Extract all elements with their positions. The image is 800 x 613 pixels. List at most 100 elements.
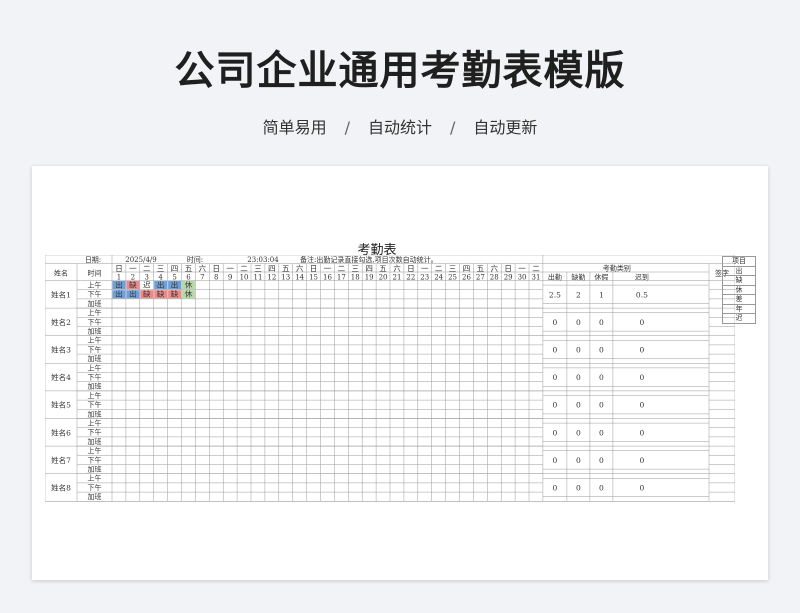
page-title: 公司企业通用考勤表模版 (174, 48, 626, 94)
slot-label: 下午 (88, 400, 102, 409)
feature-tagline: 简单易用 / 自动统计 / 自动更新 (0, 114, 800, 138)
time-label: 时间: (187, 255, 203, 264)
category-header: 考勤类别 (603, 264, 631, 273)
attendance-mark: 迟 (143, 281, 151, 290)
slot-label: 上午 (88, 336, 102, 345)
weekday-label: 五 (477, 264, 485, 273)
slot-label: 上午 (88, 308, 102, 317)
weekday-label: 二 (338, 264, 346, 273)
stat-value: 0 (553, 373, 558, 382)
slot-label: 加班 (88, 354, 102, 363)
weekday-label: 日 (504, 264, 512, 273)
weekday-label: 日 (407, 264, 415, 273)
stat-value: 1 (599, 290, 604, 299)
weekday-label: 日 (310, 264, 318, 273)
slot-label: 加班 (88, 437, 102, 446)
slot-label: 下午 (88, 428, 102, 437)
weekday-label: 五 (282, 264, 290, 273)
stat-value: 0 (599, 484, 604, 493)
slot-label: 加班 (88, 327, 102, 336)
weekday-label: 五 (185, 264, 193, 273)
slot-label: 上午 (88, 281, 102, 290)
attendance-grid: 日期: 2025/4/9 时间: 23:03:04 备注:出勤记录直接勾选,项目次数自动… (45, 255, 735, 502)
slot-label: 上午 (88, 474, 102, 483)
stat-value: 0 (599, 401, 604, 410)
time-value: 23:03:04 (247, 256, 279, 264)
legend-item: 出 (723, 267, 755, 276)
employee-name: 姓名7 (51, 455, 71, 465)
employee-name: 姓名1 (51, 289, 71, 299)
weekday-label: 三 (254, 264, 262, 273)
slot-label: 下午 (88, 373, 102, 382)
stat-value: 0 (599, 456, 604, 465)
weekday-label: 三 (352, 264, 360, 273)
attendance-mark: 休 (185, 280, 193, 290)
slot-label: 下午 (88, 483, 102, 492)
employee-name: 姓名4 (51, 372, 71, 382)
stat-value: 0 (599, 346, 604, 355)
weekday-label: 一 (421, 264, 429, 273)
employee-name: 姓名6 (51, 427, 71, 437)
weekday-label: 一 (518, 264, 526, 273)
stat-value: 0 (640, 484, 645, 493)
time-header: 时间 (88, 269, 102, 278)
weekday-label: 四 (171, 264, 179, 273)
stat-value: 0 (576, 484, 581, 493)
stat-value: 0 (640, 401, 645, 410)
slot-label: 下午 (88, 345, 102, 354)
stat-value: 0 (553, 428, 558, 437)
spreadsheet-preview: 考勤表 日期: 2025/4/9 时间: 23:03:04 备注:出勤记录直接勾选,项目… (32, 166, 768, 580)
slot-label: 加班 (88, 465, 102, 474)
stat-value: 0.5 (636, 290, 648, 299)
stat-value: 0 (576, 401, 581, 410)
weekday-label: 五 (379, 264, 387, 273)
weekday-label: 一 (226, 264, 234, 273)
attendance-mark: 缺 (157, 289, 165, 299)
weekday-label: 四 (463, 264, 471, 273)
stat-value: 0 (553, 484, 558, 493)
weekday-label: 六 (296, 263, 304, 273)
stat-value: 0 (599, 373, 604, 382)
slot-label: 下午 (88, 455, 102, 464)
weekday-label: 六 (199, 263, 207, 273)
stat-header: 出勤 (548, 273, 562, 282)
slot-label: 上午 (88, 391, 102, 400)
employee-name: 姓名2 (51, 317, 71, 327)
weekday-label: 三 (157, 264, 165, 273)
tag-easy: 简单易用 (262, 118, 327, 137)
attendance-mark: 出 (115, 289, 123, 299)
stat-value: 0 (640, 373, 645, 382)
stat-value: 0 (640, 346, 645, 355)
weekday-label: 日 (115, 264, 123, 273)
attendance-mark: 缺 (129, 280, 137, 290)
stat-header: 缺勤 (571, 273, 585, 282)
weekday-label: 二 (240, 264, 248, 273)
stat-value: 0 (599, 428, 604, 437)
stat-value: 0 (640, 428, 645, 437)
stat-value: 0 (576, 456, 581, 465)
employee-name: 姓名8 (51, 483, 71, 493)
weekday-label: 六 (491, 263, 499, 273)
legend-item: 休 (723, 286, 755, 295)
weekday-label: 六 (393, 263, 401, 273)
weekday-label: 日 (213, 264, 221, 273)
stat-value: 0 (576, 318, 581, 327)
stat-value: 0 (553, 318, 558, 327)
slot-label: 下午 (88, 290, 102, 299)
stat-value: 0 (553, 456, 558, 465)
legend-box: 项目出缺休差年迟 (722, 256, 756, 324)
separator: / (450, 118, 456, 137)
stat-value: 0 (640, 318, 645, 327)
weekday-label: 二 (435, 264, 443, 273)
stat-value: 0 (640, 456, 645, 465)
attendance-mark: 缺 (171, 289, 179, 299)
name-header: 姓名 (54, 269, 68, 278)
attendance-mark: 出 (129, 289, 137, 299)
date-label: 日期: (85, 256, 101, 264)
stat-value: 0 (553, 346, 558, 355)
stat-value: 0 (576, 428, 581, 437)
legend-item: 差 (723, 295, 755, 305)
slot-label: 上午 (88, 446, 102, 455)
tag-auto-stats: 自动统计 (367, 118, 432, 137)
slot-label: 加班 (88, 492, 102, 501)
